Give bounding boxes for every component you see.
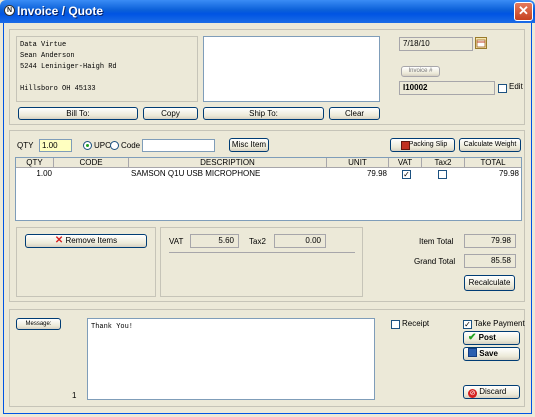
- tax2-label: Tax2: [249, 237, 266, 246]
- grand-total-label: Grand Total: [414, 257, 456, 266]
- code-radio[interactable]: [110, 141, 119, 150]
- save-disk-icon: [468, 348, 477, 357]
- cell-vat-checkbox[interactable]: ✓: [402, 170, 411, 179]
- remove-x-icon: ✕: [54, 235, 64, 246]
- bill-line: Sean Anderson: [20, 52, 75, 60]
- grid-header: QTY CODE DESCRIPTION UNIT VAT Tax2 TOTAL: [16, 158, 521, 168]
- cell-tax2-checkbox[interactable]: [438, 170, 447, 179]
- invoice-number-button[interactable]: Invoice #: [401, 66, 440, 77]
- table-row[interactable]: 1.00 SAMSON Q1U USB MICROPHONE 79.98 ✓ 7…: [16, 169, 521, 180]
- ship-to-button[interactable]: Ship To:: [203, 107, 324, 120]
- col-header-tax2[interactable]: Tax2: [422, 158, 465, 168]
- cell-code: [56, 169, 128, 179]
- edit-label: Edit: [509, 82, 523, 91]
- ship-to-box[interactable]: [203, 36, 380, 102]
- remove-items-button[interactable]: ✕ Remove Items: [25, 234, 147, 248]
- bill-to-button[interactable]: Bill To:: [18, 107, 138, 120]
- code-input[interactable]: [142, 139, 215, 152]
- bill-to-address: Data Virtue Sean Anderson 5244 Leniniger…: [20, 40, 117, 95]
- copy-button[interactable]: Copy: [143, 107, 198, 120]
- code-label: Code: [121, 141, 141, 150]
- col-header-total[interactable]: TOTAL: [465, 158, 521, 168]
- message-button[interactable]: Message:: [16, 318, 61, 330]
- upc-radio[interactable]: [83, 141, 92, 150]
- receipt-label: Receipt: [402, 319, 430, 328]
- take-payment-label: Take Payment: [474, 319, 525, 328]
- message-textarea[interactable]: Thank You!: [87, 318, 375, 400]
- col-header-code[interactable]: CODE: [54, 158, 129, 168]
- calendar-icon[interactable]: [475, 37, 487, 49]
- recalculate-button[interactable]: Recalculate: [464, 275, 515, 291]
- item-total-label: Item Total: [419, 237, 454, 246]
- take-payment-checkbox[interactable]: ✓: [463, 320, 472, 329]
- item-total-field: 79.98: [464, 234, 516, 248]
- receipt-checkbox[interactable]: [391, 320, 400, 329]
- bill-to-box: Data Virtue Sean Anderson 5244 Leniniger…: [16, 36, 198, 102]
- page-number: 1: [72, 391, 77, 400]
- window-title: Invoice / Quote: [17, 4, 104, 18]
- bill-line: 5244 Leniniger-Haigh Rd: [20, 63, 117, 71]
- packing-slip-icon: [401, 141, 410, 150]
- bill-line: Hillsboro OH 45133: [20, 85, 96, 93]
- discard-label: Discard: [479, 387, 507, 396]
- tax2-field: 0.00: [274, 234, 326, 248]
- bill-line: Data Virtue: [20, 41, 67, 49]
- message-text: Thank You!: [91, 323, 134, 331]
- items-grid[interactable]: QTY CODE DESCRIPTION UNIT VAT Tax2 TOTAL…: [15, 157, 522, 221]
- discard-icon: ⊘: [468, 389, 477, 398]
- cell-description: SAMSON Q1U USB MICROPHONE: [131, 169, 261, 178]
- col-header-qty[interactable]: QTY: [16, 158, 54, 168]
- qty-label: QTY: [17, 141, 34, 150]
- cell-unit: 79.98: [366, 169, 387, 178]
- discard-button[interactable]: ⊘ Discard: [463, 385, 520, 399]
- close-button[interactable]: ✕: [514, 2, 533, 21]
- date-field[interactable]: 7/18/10: [399, 37, 473, 51]
- remove-items-label: Remove Items: [65, 236, 118, 245]
- tax-divider: [169, 252, 355, 253]
- vat-field: 5.60: [190, 234, 239, 248]
- col-header-vat[interactable]: VAT: [389, 158, 422, 168]
- calculate-weight-button[interactable]: Calculate Weight: [459, 138, 521, 152]
- misc-item-button[interactable]: Misc Item: [229, 138, 269, 152]
- upc-label: UPC: [94, 141, 111, 150]
- grand-total-field: 85.58: [464, 254, 516, 268]
- clear-button[interactable]: Clear: [329, 107, 380, 120]
- bill-line: [20, 73, 117, 84]
- packing-slip-label: Packing Slip: [408, 141, 448, 148]
- save-label: Save: [479, 349, 498, 358]
- post-label: Post: [478, 333, 496, 342]
- edit-checkbox[interactable]: [498, 84, 507, 93]
- post-check-icon: ✔: [468, 332, 477, 343]
- col-header-description[interactable]: DESCRIPTION: [129, 158, 327, 168]
- qty-input[interactable]: 1.00: [39, 139, 72, 152]
- col-header-unit[interactable]: UNIT: [327, 158, 389, 168]
- vat-label: VAT: [169, 237, 184, 246]
- invoice-number-field: I10002: [399, 81, 495, 95]
- cell-qty: 1.00: [36, 169, 52, 178]
- post-button[interactable]: ✔ Post: [463, 331, 520, 345]
- app-icon: N: [4, 5, 15, 16]
- cell-total: 79.98: [498, 169, 519, 178]
- packing-slip-button[interactable]: Packing Slip: [390, 138, 455, 152]
- save-button[interactable]: Save: [463, 347, 520, 361]
